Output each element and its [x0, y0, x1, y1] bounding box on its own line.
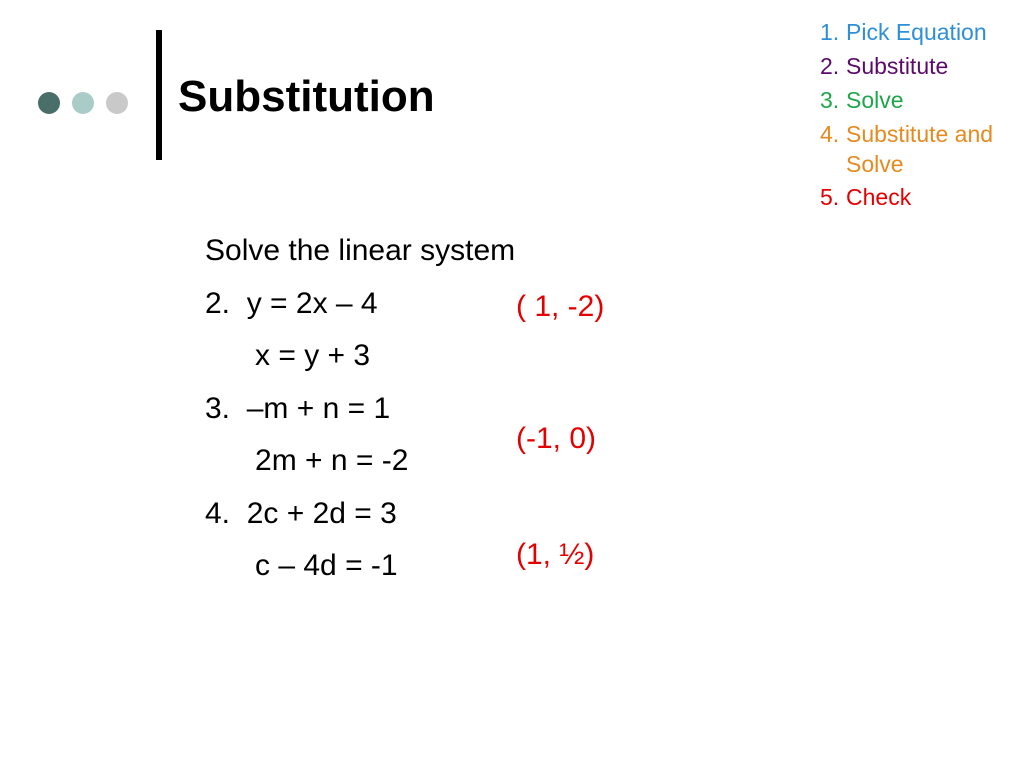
- problem-line: c – 4d = -1: [205, 540, 515, 593]
- step-item: 3. Solve: [820, 86, 1020, 116]
- dot-icon: [38, 92, 60, 114]
- decorative-dots: [38, 92, 128, 114]
- prompt-text: Solve the linear system: [205, 225, 515, 278]
- answer-text: (1, ½): [516, 538, 594, 572]
- answer-text: ( 1, -2): [516, 290, 604, 324]
- problem-line: 4. 2c + 2d = 3: [205, 488, 515, 541]
- dot-icon: [72, 92, 94, 114]
- step-item: 1. Pick Equation: [820, 18, 1020, 48]
- vertical-divider: [156, 30, 162, 160]
- answer-text: (-1, 0): [516, 422, 596, 456]
- dot-icon: [106, 92, 128, 114]
- problem-line: x = y + 3: [205, 330, 515, 383]
- problem-line: 2m + n = -2: [205, 435, 515, 488]
- slide-body: Solve the linear system 2. y = 2x – 4 x …: [205, 225, 515, 593]
- step-item: 2. Substitute: [820, 52, 1020, 82]
- step-item: 4. Substitute and Solve: [820, 120, 1020, 180]
- slide-title: Substitution: [178, 72, 435, 122]
- problem-line: 3. –m + n = 1: [205, 383, 515, 436]
- step-item: 5. Check: [820, 183, 1020, 213]
- problem-line: 2. y = 2x – 4: [205, 278, 515, 331]
- steps-list: 1. Pick Equation 2. Substitute 3. Solve …: [820, 18, 1020, 217]
